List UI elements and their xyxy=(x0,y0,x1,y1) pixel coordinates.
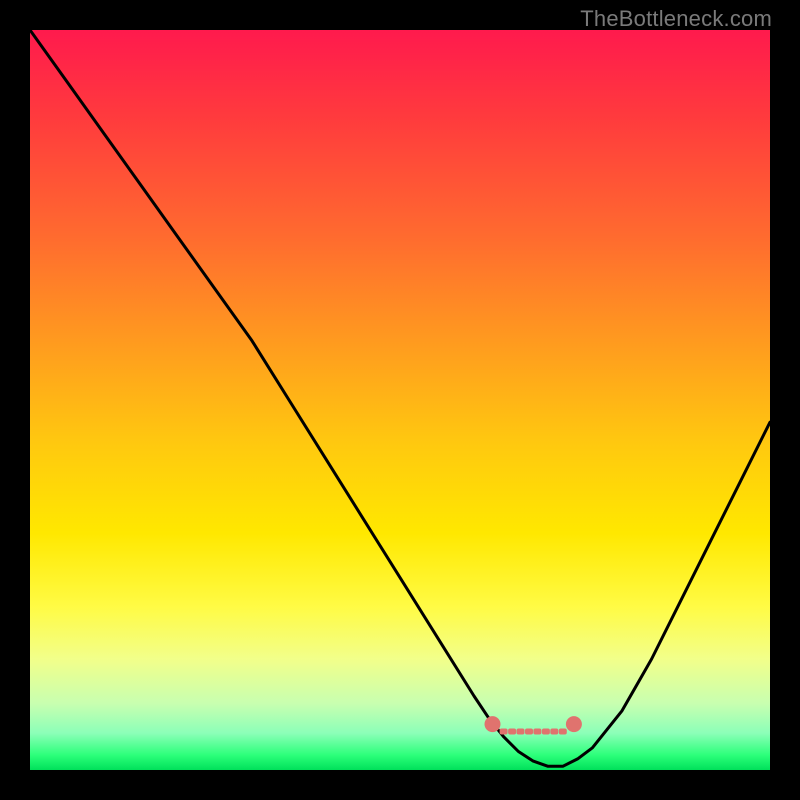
optimal-range-tick xyxy=(542,729,550,735)
range-endpoint-marker xyxy=(566,716,582,732)
chart-curve-layer xyxy=(0,0,800,800)
chart-container: TheBottleneck.com xyxy=(0,0,800,800)
optimal-range-tick xyxy=(559,729,567,735)
optimal-range-tick xyxy=(500,729,508,735)
optimal-range-tick xyxy=(533,729,541,735)
optimal-range-tick xyxy=(525,729,533,735)
optimal-range-tick xyxy=(508,729,516,735)
bottleneck-curve xyxy=(30,30,770,766)
range-endpoint-marker xyxy=(485,716,501,732)
optimal-range-tick xyxy=(550,729,558,735)
optimal-range-tick xyxy=(517,729,525,735)
